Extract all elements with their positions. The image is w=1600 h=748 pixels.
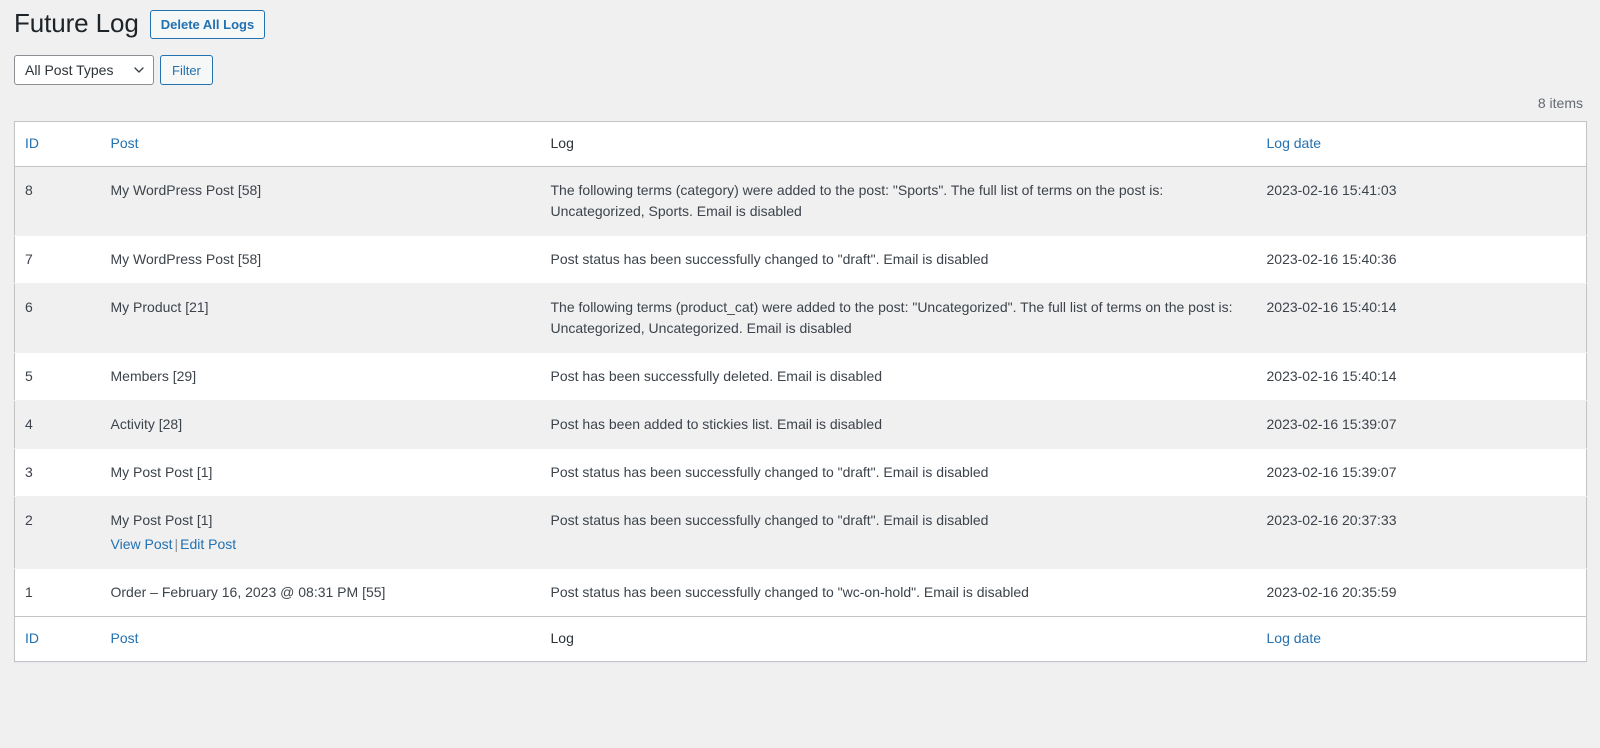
cell-log: Post status has been successfully change… xyxy=(550,250,989,267)
footer-column-header-log: Log xyxy=(540,615,1257,662)
cell-post: My Post Post [1] xyxy=(101,448,541,496)
page-header: Future Log Delete All Logs xyxy=(14,0,1586,42)
cell-post: My WordPress Post [58] xyxy=(101,235,541,283)
cell-id: 2 xyxy=(25,511,33,528)
cell-log: The following terms (category) were adde… xyxy=(550,181,1164,219)
cell-id: 3 xyxy=(25,463,33,480)
cell-id: 1 xyxy=(25,583,33,600)
cell-id: 7 xyxy=(25,250,33,267)
footer-column-header-date[interactable]: Log date xyxy=(1256,615,1587,662)
post-title: My WordPress Post [58] xyxy=(110,250,262,267)
footer-column-header-post[interactable]: Post xyxy=(100,615,541,662)
column-header-id-label: ID xyxy=(25,135,39,151)
delete-all-logs-button[interactable]: Delete All Logs xyxy=(149,9,266,39)
cell-log-date: 2023-02-16 15:40:14 xyxy=(1266,298,1397,315)
future-log-table: ID Post Log Log date 8 My WordPress Post … xyxy=(14,121,1587,662)
cell-log-date: 2023-02-16 15:40:14 xyxy=(1266,367,1397,384)
column-header-date-label: Log date xyxy=(1266,135,1322,151)
post-title: My Post Post [1] xyxy=(110,511,213,528)
cell-id: 6 xyxy=(25,298,33,315)
column-header-log-label: Log xyxy=(550,135,574,151)
row-action-separator: | xyxy=(174,535,179,552)
post-title: Order – February 16, 2023 @ 08:31 PM [55… xyxy=(110,583,386,600)
post-title: My Product [21] xyxy=(110,298,209,315)
table-row: 1 Order – February 16, 2023 @ 08:31 PM [5… xyxy=(15,568,1587,616)
column-header-post-label: Post xyxy=(110,135,139,151)
column-header-log: Log xyxy=(540,121,1257,167)
cell-log-date: 2023-02-16 15:39:07 xyxy=(1266,463,1397,480)
column-header-post[interactable]: Post xyxy=(100,121,541,167)
cell-id: 5 xyxy=(25,367,33,384)
table-body: 8 My WordPress Post [58] The following ter… xyxy=(14,166,1587,616)
cell-log-date: 2023-02-16 15:41:03 xyxy=(1266,181,1397,198)
cell-log: Post status has been successfully change… xyxy=(550,583,1029,600)
column-header-id[interactable]: ID xyxy=(14,121,101,167)
column-header-date[interactable]: Log date xyxy=(1256,121,1587,167)
cell-log-date: 2023-02-16 15:40:36 xyxy=(1266,250,1397,267)
page-wrap: Future Log Delete All Logs All Post Type… xyxy=(0,0,1600,662)
cell-post: Members [29] xyxy=(101,352,541,400)
post-type-select-value: All Post Types xyxy=(25,62,114,78)
table-head-row: ID Post Log Log date xyxy=(14,121,1587,167)
page-title: Future Log xyxy=(14,8,139,39)
post-type-select[interactable]: All Post Types xyxy=(14,55,154,85)
cell-log-date: 2023-02-16 15:39:07 xyxy=(1266,415,1397,432)
row-action-edit-post[interactable]: Edit Post xyxy=(180,536,236,552)
footer-column-header-log-label: Log xyxy=(550,629,574,646)
footer-column-header-id-label: ID xyxy=(25,629,39,646)
table-nav-top: 8 items xyxy=(14,85,1586,121)
row-actions: View Post | Edit Post xyxy=(111,533,531,555)
table-head: ID Post Log Log date xyxy=(14,121,1587,167)
cell-post: Order – February 16, 2023 @ 08:31 PM [55… xyxy=(101,568,541,616)
cell-id: 8 xyxy=(25,181,33,198)
cell-log-date: 2023-02-16 20:35:59 xyxy=(1266,583,1397,600)
cell-log-date: 2023-02-16 20:37:33 xyxy=(1266,511,1397,528)
cell-log: Post status has been successfully change… xyxy=(550,463,989,480)
cell-post: My WordPress Post [58] xyxy=(101,166,541,235)
post-title: My Post Post [1] xyxy=(110,463,213,480)
footer-column-header-id[interactable]: ID xyxy=(14,615,101,662)
cell-id: 4 xyxy=(25,415,33,432)
chevron-down-icon xyxy=(134,65,144,75)
post-title: Members [29] xyxy=(110,367,197,384)
table-row: 4 Activity [28] Post has been added to sti… xyxy=(14,400,1587,449)
cell-post: My Product [21] xyxy=(101,283,541,352)
row-action-view-post[interactable]: View Post xyxy=(111,536,173,552)
post-title: Activity [28] xyxy=(110,415,183,432)
cell-log: Post has been successfully deleted. Emai… xyxy=(550,367,883,384)
cell-log: Post status has been successfully change… xyxy=(550,511,989,528)
footer-column-header-post-label: Post xyxy=(110,629,139,646)
footer-column-header-date-label: Log date xyxy=(1266,629,1322,646)
cell-log: Post has been added to stickies list. Em… xyxy=(550,415,883,432)
table-row: 6 My Product [21] The following terms (pro… xyxy=(14,283,1587,353)
table-row: 7 My WordPress Post [58] Post status has b… xyxy=(14,235,1587,284)
filter-button[interactable]: Filter xyxy=(160,55,213,85)
table-row: 8 My WordPress Post [58] The following ter… xyxy=(14,166,1587,236)
table-row: 2 My Post Post [1] View Post | Edit Post Post… xyxy=(14,496,1587,569)
table-foot: ID Post Log Log date xyxy=(14,615,1587,662)
table-row: 5 Members [29] Post has been successfully … xyxy=(14,352,1587,401)
items-count: 8 items xyxy=(1537,95,1583,111)
cell-post: My Post Post [1] View Post | Edit Post xyxy=(101,496,541,568)
filter-bar: All Post Types Filter xyxy=(14,55,1586,85)
cell-log: The following terms (product_cat) were a… xyxy=(550,298,1233,336)
table-foot-row: ID Post Log Log date xyxy=(14,615,1587,662)
post-title: My WordPress Post [58] xyxy=(110,181,262,198)
table-row: 3 My Post Post [1] Post status has been su… xyxy=(14,448,1587,497)
cell-post: Activity [28] xyxy=(101,400,541,448)
